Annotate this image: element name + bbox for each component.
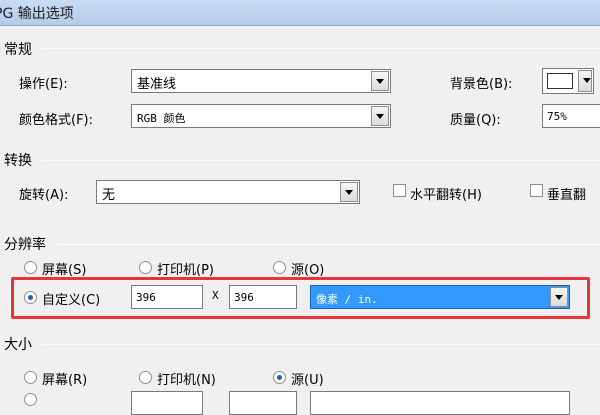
section-transform-label: 转换 <box>4 153 32 169</box>
resolution-x-value: 396 <box>136 291 156 304</box>
operation-value: 基准线 <box>137 77 177 92</box>
resolution-x-input[interactable]: 396 <box>131 285 203 309</box>
rotate-dropdown[interactable]: 无 <box>96 180 360 204</box>
section-divider <box>42 344 600 345</box>
chevron-down-icon[interactable] <box>340 182 358 202</box>
size-screen-label: 屏幕(R) <box>42 373 88 388</box>
size-height-input[interactable] <box>229 391 297 415</box>
section-general-label: 常规 <box>4 42 32 58</box>
section-divider <box>58 244 600 245</box>
window-title: PG 输出选项 <box>0 6 74 22</box>
size-source-label: 源(U) <box>291 373 324 388</box>
section-divider <box>42 48 600 49</box>
quality-label: 质量(Q): <box>450 113 501 128</box>
chevron-down-icon[interactable] <box>371 71 389 91</box>
resolution-unit-dropdown[interactable]: 像素 / in. <box>310 285 570 309</box>
operation-dropdown[interactable]: 基准线 <box>131 69 391 93</box>
resolution-y-value: 396 <box>234 291 254 304</box>
rotate-value: 无 <box>102 188 116 203</box>
chevron-down-icon[interactable] <box>550 287 568 307</box>
flip-vertical-checkbox[interactable] <box>530 184 543 197</box>
size-source-radio[interactable] <box>273 371 286 384</box>
title-bar: PG 输出选项 <box>0 0 600 26</box>
quality-input[interactable]: 75% <box>542 104 600 128</box>
rotate-label: 旋转(A): <box>19 188 69 203</box>
section-size-label: 大小 <box>4 337 32 353</box>
resolution-screen-radio[interactable] <box>24 261 37 274</box>
resolution-custom-radio[interactable] <box>24 291 37 304</box>
size-printer-label: 打印机(N) <box>157 373 216 388</box>
color-format-dropdown[interactable]: RGB 颜色 <box>131 104 391 128</box>
size-screen-radio[interactable] <box>24 371 37 384</box>
resolution-screen-label: 屏幕(S) <box>42 263 87 278</box>
resolution-custom-label: 自定义(C) <box>42 293 101 308</box>
chevron-down-icon[interactable] <box>371 106 389 126</box>
flip-vertical-label: 垂直翻 <box>547 188 587 203</box>
size-unit-dropdown[interactable] <box>310 391 570 415</box>
resolution-source-label: 源(O) <box>291 263 325 278</box>
resolution-y-input[interactable]: 396 <box>229 285 297 309</box>
color-format-label: 颜色格式(F): <box>19 113 94 128</box>
size-width-input[interactable] <box>131 391 203 415</box>
background-label: 背景色(B): <box>450 77 513 92</box>
resolution-printer-label: 打印机(P) <box>157 263 214 278</box>
background-color-picker[interactable] <box>542 68 594 94</box>
size-printer-radio[interactable] <box>139 371 152 384</box>
resolution-source-radio[interactable] <box>273 261 286 274</box>
color-swatch <box>547 73 573 89</box>
resolution-x-separator: X <box>212 289 219 302</box>
resolution-unit-value: 像素 / in. <box>316 293 378 306</box>
section-resolution-label: 分辨率 <box>4 237 46 253</box>
resolution-printer-radio[interactable] <box>139 261 152 274</box>
quality-value: 75% <box>547 110 567 123</box>
flip-horizontal-checkbox[interactable] <box>393 184 406 197</box>
flip-horizontal-label: 水平翻转(H) <box>410 188 482 203</box>
operation-label: 操作(E): <box>19 77 68 92</box>
chevron-down-icon[interactable] <box>578 70 592 92</box>
section-divider <box>42 160 600 161</box>
color-format-value: RGB 颜色 <box>137 112 186 125</box>
